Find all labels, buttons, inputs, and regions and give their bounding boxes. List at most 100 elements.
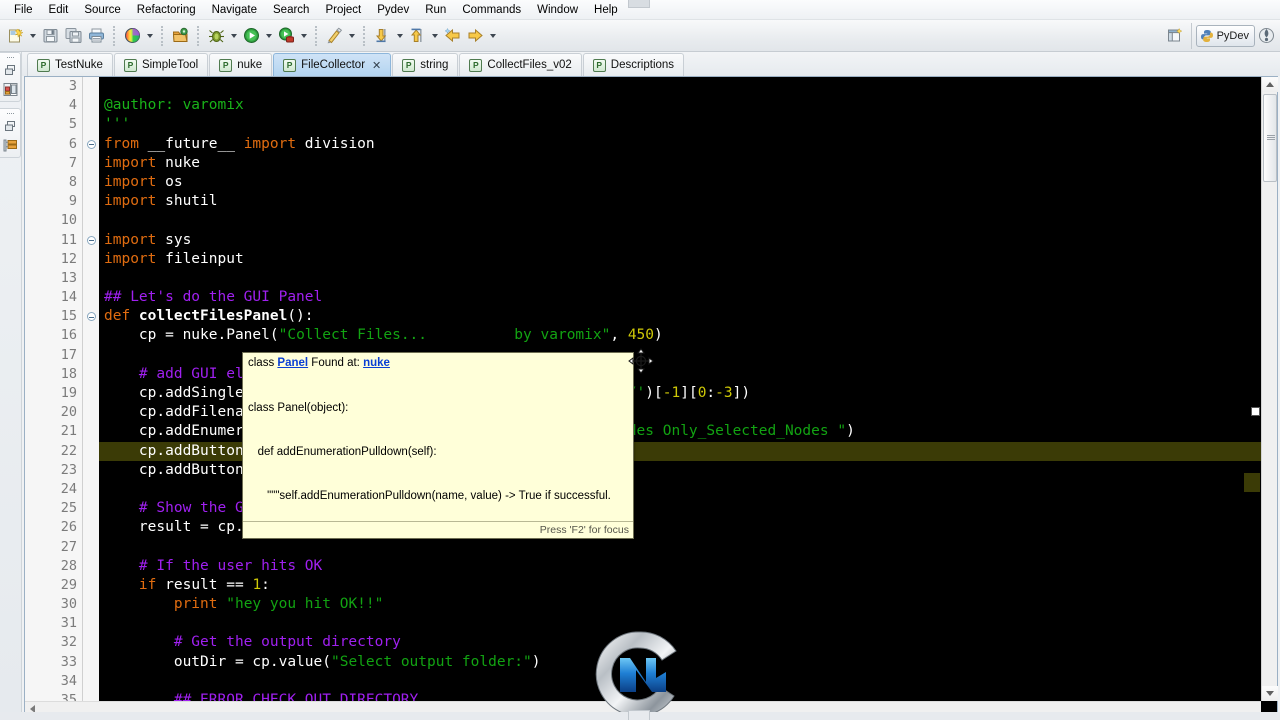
open-type-icon[interactable]	[169, 24, 192, 47]
step-return-icon[interactable]	[406, 24, 429, 47]
code-line[interactable]: import shutil	[99, 192, 1261, 211]
fold-toggle-icon[interactable]	[83, 307, 99, 326]
overview-marker[interactable]	[1251, 407, 1260, 416]
close-icon[interactable]: ✕	[372, 59, 381, 72]
new-wizard-dropdown-caret-icon[interactable]	[27, 25, 39, 47]
menu-item-window[interactable]: Window	[529, 3, 586, 17]
code-line[interactable]	[99, 614, 1261, 633]
menu-item-navigate[interactable]: Navigate	[204, 3, 265, 17]
code-line[interactable]: cp = nuke.Panel("Collect Files... by var…	[99, 326, 1261, 345]
debug-icon[interactable]	[205, 24, 228, 47]
tooltip-class-link[interactable]: Panel	[277, 357, 308, 369]
restore-icon[interactable]	[2, 118, 19, 135]
folding-column[interactable]	[83, 77, 99, 715]
menu-item-refactoring[interactable]: Refactoring	[129, 3, 204, 17]
editor-tab-filecollector[interactable]: P FileCollector ✕	[273, 53, 392, 76]
forward-dropdown-caret-icon[interactable]	[487, 25, 499, 47]
run-external-dropdown-caret-icon[interactable]	[298, 25, 310, 47]
code-line[interactable]: '''	[99, 115, 1261, 134]
java-perspective-icon[interactable]	[1255, 24, 1278, 47]
editor-tab-nuke[interactable]: Pnuke	[209, 53, 273, 76]
code-line[interactable]: # If the user hits OK	[99, 557, 1261, 576]
code-line[interactable]: print "hey you hit OK!!"	[99, 595, 1261, 614]
editor-tab-simpletool[interactable]: P SimpleTool	[113, 53, 209, 76]
step-return-dropdown-caret-icon[interactable]	[429, 25, 441, 47]
forward-icon[interactable]	[464, 24, 487, 47]
back-icon[interactable]	[441, 24, 464, 47]
code-line[interactable]	[99, 269, 1261, 288]
code-line[interactable]: import fileinput	[99, 250, 1261, 269]
editor-tab-testnuke[interactable]: P TestNuke	[27, 53, 113, 76]
code-line[interactable]: import nuke	[99, 154, 1261, 173]
menu-item-pydev[interactable]: Pydev	[369, 3, 417, 17]
menu-item-help[interactable]: Help	[586, 3, 626, 17]
new-wizard-icon[interactable]	[4, 24, 27, 47]
toolbar-group-navigation	[371, 24, 499, 47]
hover-documentation-tooltip[interactable]: class Panel Found at: nuke class Panel(o…	[242, 352, 634, 539]
scroll-up-arrow-icon[interactable]	[1262, 77, 1278, 92]
pydev-package-explorer-icon[interactable]	[2, 81, 19, 98]
print-icon[interactable]	[85, 24, 108, 47]
fold-toggle-icon[interactable]	[83, 135, 99, 154]
source-editor[interactable]: 3 4 5 6 7 8 9 10 11 12 13 14 15 16 17 18 19 20 21 22 23 24 25 2…	[24, 76, 1278, 716]
code-token-plain: division	[304, 135, 375, 152]
drag-handle-dots[interactable]	[5, 55, 16, 60]
code-line[interactable]: def collectFilesPanel():	[99, 307, 1261, 326]
code-line[interactable]: # Get the output directory	[99, 633, 1261, 652]
code-line[interactable]: import sys	[99, 231, 1261, 250]
menu-item-file[interactable]: File	[6, 3, 41, 17]
line-number: 11	[60, 231, 77, 248]
step-into-dropdown-caret-icon[interactable]	[394, 25, 406, 47]
line-number: 22	[60, 442, 77, 459]
pydev-dropdown-caret-icon[interactable]	[346, 25, 358, 47]
debug-dropdown-caret-icon[interactable]	[228, 25, 240, 47]
python-file-icon: P	[219, 58, 233, 72]
code-token-plain: ])	[732, 385, 751, 401]
step-into-icon[interactable]	[371, 24, 394, 47]
toolbar-separator	[197, 25, 200, 46]
editor-tab-collectfiles-v02[interactable]: P CollectFiles_v02	[459, 53, 582, 76]
menu-item-search[interactable]: Search	[265, 3, 317, 17]
code-line[interactable]	[99, 538, 1261, 557]
code-line[interactable]: outDir = cp.value("Select output folder:…	[99, 653, 1261, 672]
fold-toggle-icon[interactable]	[83, 231, 99, 250]
scroll-down-arrow-icon[interactable]	[1262, 686, 1278, 701]
color-wheel-icon[interactable]	[121, 24, 144, 47]
menu-item-commands[interactable]: Commands	[454, 3, 529, 17]
menu-item-source[interactable]: Source	[76, 3, 128, 17]
code-line[interactable]: from __future__ import division	[99, 135, 1261, 154]
menu-item-run[interactable]: Run	[417, 3, 454, 17]
drag-handle-dots[interactable]	[5, 111, 16, 116]
run-external-icon[interactable]	[275, 24, 298, 47]
menu-item-edit[interactable]: Edit	[41, 3, 77, 17]
run-icon[interactable]	[240, 24, 263, 47]
vertical-scrollbar[interactable]	[1251, 77, 1278, 701]
code-line[interactable]	[99, 672, 1261, 691]
open-perspective-icon[interactable]	[1164, 24, 1187, 47]
editor-tab-string[interactable]: Pstring	[392, 53, 459, 76]
code-line[interactable]: @author: varomix	[99, 96, 1261, 115]
perspective-button-pydev[interactable]: PyDev	[1195, 24, 1255, 47]
code-line[interactable]	[99, 211, 1261, 230]
editor-tab-descriptions[interactable]: P Descriptions	[582, 53, 685, 76]
line-number: 25	[60, 500, 77, 517]
restore-icon[interactable]	[2, 62, 19, 79]
code-line[interactable]: import os	[99, 173, 1261, 192]
color-dropdown-caret-icon[interactable]	[144, 25, 156, 47]
vertical-scrollbar-thumb[interactable]	[1263, 94, 1277, 182]
code-line[interactable]: if result == 1:	[99, 576, 1261, 595]
code-line[interactable]: ## ERROR CHECK OUT DIRECTORY	[99, 691, 1261, 701]
outline-view-icon[interactable]	[2, 137, 19, 154]
code-line[interactable]	[99, 77, 1261, 96]
save-all-icon[interactable]	[62, 24, 85, 47]
code-line[interactable]: ## Let's do the GUI Panel	[99, 288, 1261, 307]
save-icon[interactable]	[39, 24, 62, 47]
line-number: 9	[68, 193, 77, 210]
line-number: 17	[60, 346, 77, 363]
run-dropdown-caret-icon[interactable]	[263, 25, 275, 47]
tooltip-module-link[interactable]: nuke	[363, 357, 390, 369]
pydev-package-icon[interactable]	[323, 24, 346, 47]
menu-item-project[interactable]: Project	[317, 3, 369, 17]
